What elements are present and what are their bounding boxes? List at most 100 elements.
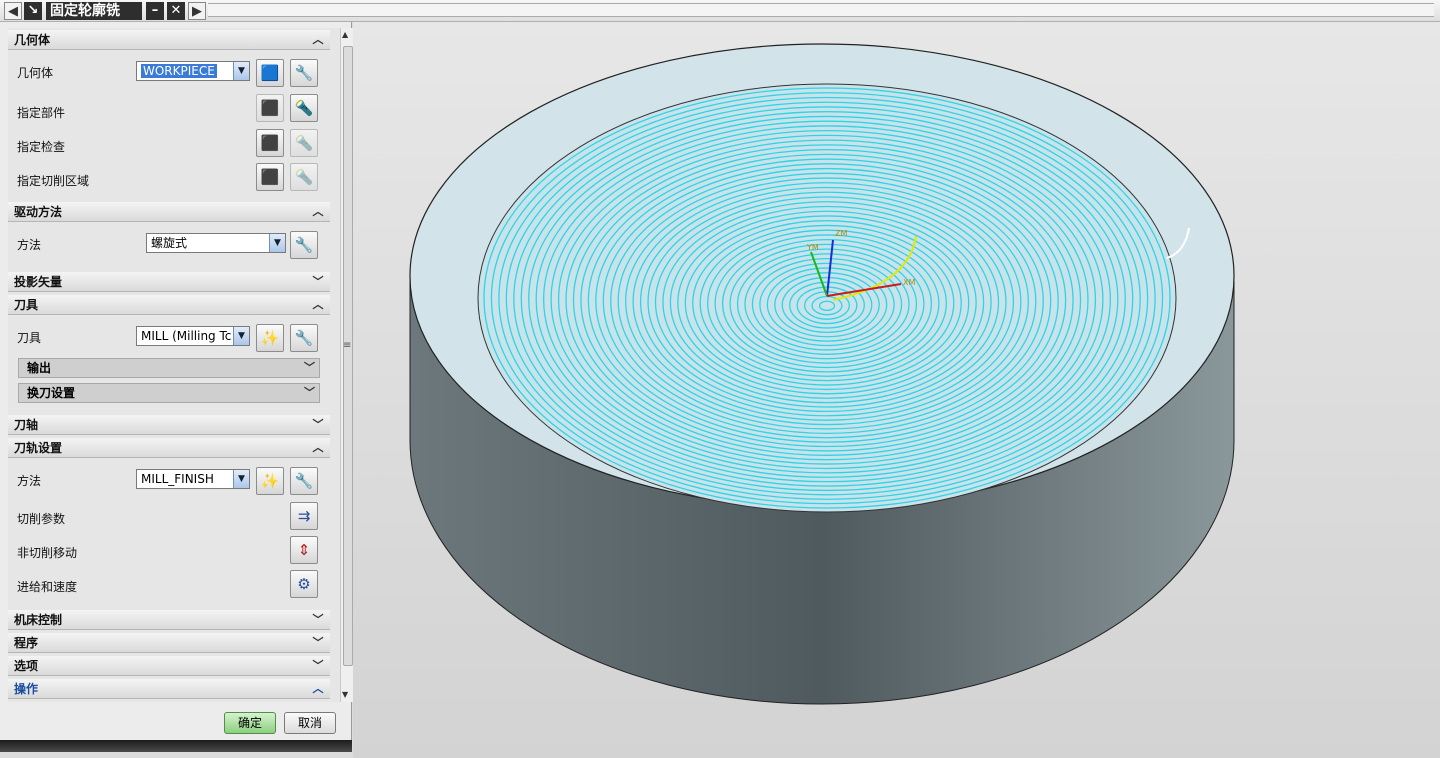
chevron-down-icon[interactable]: ﹀ xyxy=(304,384,315,402)
section-operation-header[interactable]: 操作 ︿ xyxy=(8,679,330,699)
display-part-button[interactable]: 🔦 xyxy=(290,94,318,122)
cut-area-icon: ⬛ xyxy=(260,168,280,186)
non-cut-moves-button[interactable]: ⇕ xyxy=(290,536,318,564)
titlebar-rail xyxy=(208,3,1434,17)
dialog-scroll-area: 几何体 ︿ 几何体 WORKPIECE ▼ 🟦 🔧 指定部件 ⬛ 🔦 指定检查 … xyxy=(8,28,354,702)
flashlight-icon: 🔦 xyxy=(294,134,314,152)
flashlight-icon: 🔦 xyxy=(294,99,314,117)
section-projection-header[interactable]: 投影矢量 ﹀ xyxy=(8,272,330,292)
section-operation-title: 操作 xyxy=(14,682,39,696)
dialog-bottom-edge xyxy=(0,740,352,752)
ok-button[interactable]: 确定 xyxy=(224,712,276,734)
tool-label: 刀具 xyxy=(17,331,42,345)
section-drive-header[interactable]: 驱动方法 ︿ xyxy=(8,202,330,222)
specify-cut-area-label: 指定切削区域 xyxy=(17,174,90,188)
flashlight-icon: 🔦 xyxy=(294,168,314,186)
pocket-floor[interactable] xyxy=(477,83,1177,513)
chevron-down-icon[interactable]: ﹀ xyxy=(310,610,326,630)
tool-select-value: MILL (Milling Tc xyxy=(141,329,232,343)
edit-tool-button[interactable]: 🔧 xyxy=(290,324,318,352)
chevron-up-icon[interactable]: ︿ xyxy=(310,679,326,699)
section-axis-header[interactable]: 刀轴 ﹀ xyxy=(8,415,330,435)
display-cut-area-button[interactable]: 🔦 xyxy=(290,163,318,191)
chevron-up-icon[interactable]: ︿ xyxy=(310,438,326,458)
wrench-icon: 🔧 xyxy=(294,472,314,490)
path-method-label: 方法 xyxy=(17,474,42,488)
section-axis-title: 刀轴 xyxy=(14,418,39,432)
section-options-title: 选项 xyxy=(14,659,39,673)
chevron-down-icon[interactable]: ﹀ xyxy=(304,359,315,377)
feeds-speeds-label: 进给和速度 xyxy=(17,580,78,594)
section-tool-title: 刀具 xyxy=(14,298,39,312)
cut-params-icon: ⇉ xyxy=(297,507,311,525)
section-program-title: 程序 xyxy=(14,636,39,650)
subsection-tool-change-title: 换刀设置 xyxy=(27,386,76,400)
chevron-down-icon[interactable]: ﹀ xyxy=(310,656,326,676)
specify-cut-area-button[interactable]: ⬛ xyxy=(256,163,284,191)
drive-method-select[interactable]: 螺旋式 ▼ xyxy=(146,233,286,253)
graphics-viewport[interactable]: ZM YM XM xyxy=(353,22,1440,758)
wrench-icon: 🔧 xyxy=(294,236,314,254)
section-machine-title: 机床控制 xyxy=(14,613,63,627)
drive-method-label: 方法 xyxy=(17,238,42,252)
chevron-down-icon[interactable]: ▼ xyxy=(233,470,249,488)
display-check-button[interactable]: 🔦 xyxy=(290,129,318,157)
specify-check-button[interactable]: ⬛ xyxy=(256,129,284,157)
chevron-up-icon[interactable]: ︿ xyxy=(310,30,326,50)
cancel-button[interactable]: 取消 xyxy=(284,712,336,734)
minimize-button[interactable]: – xyxy=(146,2,164,20)
specify-part-button[interactable]: ⬛ xyxy=(256,94,284,122)
subsection-output-title: 输出 xyxy=(27,361,52,375)
chevron-down-icon[interactable]: ﹀ xyxy=(310,415,326,435)
wrench-icon: 🔧 xyxy=(294,64,314,82)
section-tool-header[interactable]: 刀具 ︿ xyxy=(8,295,330,315)
forward-arrow-icon[interactable]: ▶ xyxy=(188,2,206,20)
chevron-down-icon[interactable]: ﹀ xyxy=(310,272,326,292)
geometry-label: 几何体 xyxy=(17,66,54,80)
chevron-down-icon[interactable]: ▼ xyxy=(269,234,285,252)
close-button[interactable]: ✕ xyxy=(167,2,185,20)
z-axis-label: ZM xyxy=(835,229,847,238)
edit-method-button[interactable]: 🔧 xyxy=(290,467,318,495)
section-path-header[interactable]: 刀轨设置 ︿ xyxy=(8,438,330,458)
vertical-scrollbar[interactable]: ▲ ≡ ▼ xyxy=(340,28,354,702)
new-tool-button[interactable]: ✨ xyxy=(256,324,284,352)
chevron-down-icon[interactable]: ▼ xyxy=(233,62,249,80)
back-arrow-icon[interactable]: ◀ xyxy=(4,2,22,20)
new-method-button[interactable]: ✨ xyxy=(256,467,284,495)
check-body-icon: ⬛ xyxy=(260,134,280,152)
scrollbar-thumb[interactable] xyxy=(343,46,353,666)
drive-method-value: 螺旋式 xyxy=(151,236,188,250)
viewport-canvas[interactable]: ZM YM XM xyxy=(353,22,1440,758)
x-axis-label: XM xyxy=(903,278,915,287)
chevron-down-icon[interactable]: ▼ xyxy=(233,327,249,345)
geometry-select[interactable]: WORKPIECE ▼ xyxy=(136,61,250,81)
scroll-down-icon[interactable]: ▼ xyxy=(342,690,348,699)
non-cut-moves-label: 非切削移动 xyxy=(17,546,78,560)
path-method-select[interactable]: MILL_FINISH ▼ xyxy=(136,469,250,489)
feeds-speeds-button[interactable]: ⚙ xyxy=(290,570,318,598)
edit-geometry-button[interactable]: 🔧 xyxy=(290,59,318,87)
cut-params-button[interactable]: ⇉ xyxy=(290,502,318,530)
section-machine-header[interactable]: 机床控制 ﹀ xyxy=(8,610,330,630)
feeds-speeds-icon: ⚙ xyxy=(297,575,311,593)
subsection-output[interactable]: 输出 ﹀ xyxy=(18,358,320,378)
section-options-header[interactable]: 选项 ﹀ xyxy=(8,656,330,676)
section-geometry-title: 几何体 xyxy=(14,33,51,47)
scroll-up-icon[interactable]: ▲ xyxy=(342,30,348,39)
dialog-title: 固定轮廓铣 xyxy=(46,2,142,20)
section-geometry-header[interactable]: 几何体 ︿ xyxy=(8,30,330,50)
cut-params-label: 切削参数 xyxy=(17,512,66,526)
dialog-titlebar: ◀ ↘ 固定轮廓铣 – ✕ ▶ xyxy=(0,0,1440,22)
path-method-value: MILL_FINISH xyxy=(141,472,214,486)
chevron-up-icon[interactable]: ︿ xyxy=(310,202,326,222)
new-geometry-button[interactable]: 🟦 xyxy=(256,59,284,87)
chevron-down-icon[interactable]: ﹀ xyxy=(310,633,326,653)
subsection-tool-change[interactable]: 换刀设置 ﹀ xyxy=(18,383,320,403)
section-program-header[interactable]: 程序 ﹀ xyxy=(8,633,330,653)
tool-select[interactable]: MILL (Milling Tc ▼ xyxy=(136,326,250,346)
part-block-icon: ⬛ xyxy=(260,99,280,117)
chevron-up-icon[interactable]: ︿ xyxy=(310,295,326,315)
pin-icon[interactable]: ↘ xyxy=(24,2,42,20)
edit-drive-method-button[interactable]: 🔧 xyxy=(290,231,318,259)
